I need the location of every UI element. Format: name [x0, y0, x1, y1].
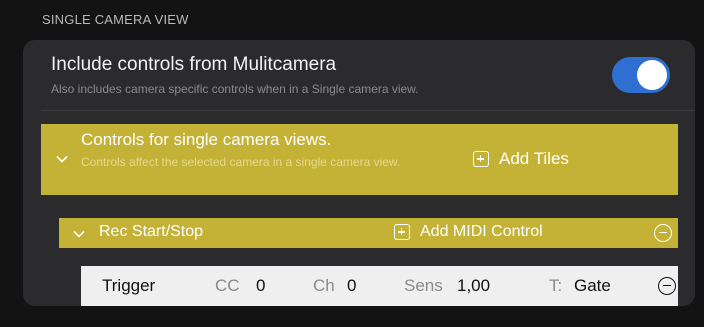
type-label: T: — [549, 276, 563, 295]
single-camera-view-panel: SINGLE CAMERA VIEW Include controls from… — [0, 0, 704, 327]
chevron-down-icon[interactable] — [56, 153, 68, 165]
toggle-knob — [637, 60, 667, 90]
rec-start-stop-header[interactable]: Rec Start/Stop Add MIDI Control — [59, 218, 678, 248]
rec-title: Rec Start/Stop — [99, 223, 204, 240]
controls-subtitle: Controls affect the selected camera in a… — [81, 155, 401, 169]
include-subtitle: Also includes camera specific controls w… — [51, 82, 419, 96]
add-tiles-button[interactable]: Add Tiles — [473, 149, 569, 169]
section-header: SINGLE CAMERA VIEW — [42, 12, 189, 27]
chevron-down-icon[interactable] — [73, 228, 85, 240]
cc-value[interactable]: 0 — [256, 276, 265, 296]
include-title: Include controls from Mulitcamera — [51, 54, 337, 75]
plus-square-icon — [394, 224, 410, 240]
type-value[interactable]: Gate — [574, 276, 611, 296]
add-midi-control-button[interactable]: Add MIDI Control — [394, 223, 543, 241]
ch-label: Ch — [313, 276, 335, 295]
add-midi-label: Add MIDI Control — [420, 223, 543, 240]
minus-circle-icon[interactable] — [654, 224, 672, 242]
settings-card: Include controls from Mulitcamera Also i… — [23, 40, 695, 306]
trigger-label: Trigger — [102, 276, 156, 295]
ch-value[interactable]: 0 — [347, 276, 356, 296]
plus-square-icon — [473, 151, 489, 167]
add-tiles-label: Add Tiles — [499, 149, 569, 168]
divider — [41, 110, 695, 111]
cc-label: CC — [215, 276, 240, 295]
include-multicamera-toggle[interactable] — [612, 57, 670, 93]
minus-circle-icon[interactable] — [658, 277, 676, 295]
include-multicamera-row: Include controls from Mulitcamera Also i… — [23, 40, 695, 110]
controls-group-header[interactable]: Controls for single camera views. Contro… — [41, 124, 678, 195]
sens-value[interactable]: 1,00 — [457, 276, 490, 296]
trigger-row[interactable]: Trigger CC 0 Ch 0 Sens 1,00 T: Gate — [81, 266, 678, 306]
sens-label: Sens — [404, 276, 443, 295]
controls-title: Controls for single camera views. — [81, 130, 332, 149]
